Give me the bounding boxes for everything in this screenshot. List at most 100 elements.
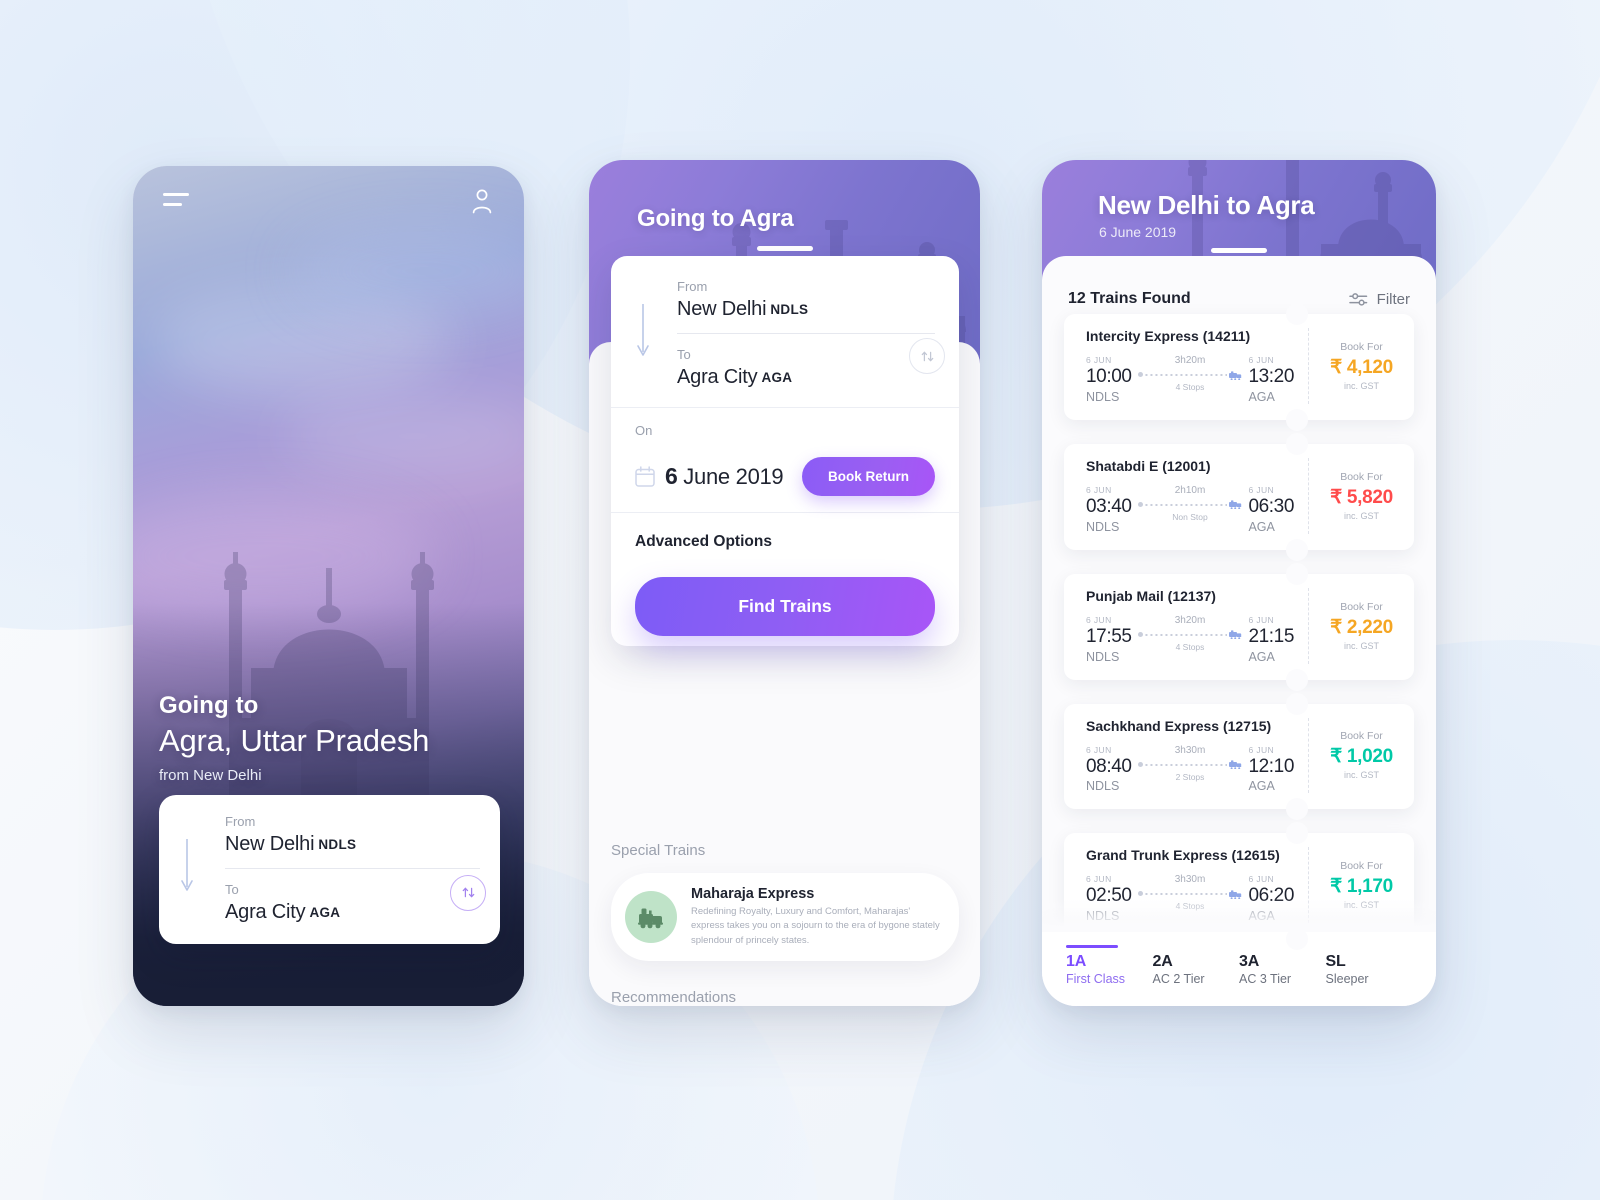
journey-stops: 4 Stops bbox=[1175, 901, 1205, 912]
gst-note: inc. GST bbox=[1343, 640, 1379, 651]
special-train-card[interactable]: Maharaja Express Redefining Royalty, Lux… bbox=[611, 873, 959, 961]
calendar-icon bbox=[635, 465, 655, 487]
page-title: Going to Agra bbox=[637, 205, 794, 232]
departure-time: 17:55 bbox=[1086, 625, 1132, 647]
class-tab-code: 3A bbox=[1239, 953, 1260, 970]
journey-duration: 2h10m bbox=[1174, 484, 1206, 496]
from-station-code: NDLS bbox=[770, 302, 809, 318]
ticket-notch bbox=[1286, 538, 1308, 561]
class-tab-sub: First Class bbox=[1066, 972, 1126, 986]
top-bar bbox=[133, 166, 524, 236]
arrival-block: 6 JUN 06:30 AGA bbox=[1248, 485, 1294, 534]
book-for-label: Book For bbox=[1340, 860, 1383, 873]
gst-note: inc. GST bbox=[1343, 770, 1379, 781]
swap-stations-button[interactable] bbox=[450, 874, 486, 911]
book-price-block[interactable]: Book For ₹ 4,120 inc. GST bbox=[1308, 328, 1414, 404]
gst-note: inc. GST bbox=[1343, 900, 1379, 911]
hero-text-block: Going to Agra, Uttar Pradesh from New De… bbox=[159, 692, 489, 784]
from-value: New Delhi NDLS bbox=[677, 298, 809, 321]
locomotive-icon bbox=[625, 890, 677, 943]
ticket-price: ₹ 5,820 bbox=[1330, 486, 1393, 508]
header-indicator-pill bbox=[756, 246, 813, 251]
mini-train-icon bbox=[1229, 630, 1242, 640]
find-trains-button[interactable]: Find Trains bbox=[635, 576, 935, 636]
arrival-block: 6 JUN 13:20 AGA bbox=[1248, 355, 1294, 404]
journey-duration: 3h20m bbox=[1174, 355, 1206, 366]
journey-duration: 3h30m bbox=[1174, 744, 1206, 756]
book-price-block[interactable]: Book For ₹ 2,220 inc. GST bbox=[1308, 587, 1414, 664]
departure-block: 6 JUN 02:50 NDLS bbox=[1086, 874, 1132, 923]
journey-stops: Non Stop bbox=[1172, 511, 1208, 522]
departure-date: 6 JUN bbox=[1086, 744, 1112, 755]
ticket-price: ₹ 1,170 bbox=[1330, 876, 1393, 898]
train-name: Intercity Express (14211) bbox=[1086, 328, 1251, 344]
header-indicator-pill bbox=[1211, 248, 1267, 253]
to-value: Agra City AGA bbox=[677, 366, 793, 389]
book-price-block[interactable]: Book For ₹ 1,020 inc. GST bbox=[1308, 717, 1414, 794]
route-card: From New Delhi NDLS To Agra City AGA bbox=[159, 794, 500, 944]
class-tab-3a[interactable]: 3A AC 3 Tier bbox=[1239, 945, 1326, 986]
ticket-notch bbox=[1286, 432, 1308, 455]
locomotive-glyph bbox=[638, 908, 663, 929]
class-tab-sub: Sleeper bbox=[1325, 972, 1369, 986]
train-result-card[interactable]: Punjab Mail (12137) 6 JUN 17:55 NDLS 3h2… bbox=[1064, 562, 1414, 691]
search-form-card: From New Delhi NDLS To Agra City AGA On … bbox=[611, 256, 959, 646]
class-tab-bar[interactable]: 1A First Class 2A AC 2 Tier 3A AC 3 Tier… bbox=[1042, 929, 1436, 1006]
departure-station: NDLS bbox=[1086, 649, 1120, 664]
class-tab-1a[interactable]: 1A First Class bbox=[1066, 945, 1153, 986]
hamburger-menu-icon[interactable] bbox=[163, 193, 191, 209]
from-label: From bbox=[225, 813, 256, 829]
book-return-button[interactable]: Book Return bbox=[802, 456, 935, 496]
train-name: Grand Trunk Express (12615) bbox=[1086, 847, 1280, 864]
departure-time: 02:50 bbox=[1086, 885, 1132, 907]
arrival-time: 12:10 bbox=[1248, 755, 1294, 777]
journey-stops: 4 Stops bbox=[1175, 382, 1205, 392]
journey-dotted-line bbox=[1137, 372, 1228, 377]
filter-sliders-icon bbox=[1348, 292, 1367, 306]
departure-date: 6 JUN bbox=[1086, 614, 1112, 625]
ticket-notch bbox=[1286, 303, 1308, 325]
train-results-list[interactable]: Intercity Express (14211) 6 JUN 10:00 ND… bbox=[1064, 303, 1414, 951]
date-field[interactable]: 6 June 2019 bbox=[635, 463, 784, 490]
ticket-price: ₹ 2,220 bbox=[1330, 616, 1393, 638]
journey-stops: 2 Stops bbox=[1175, 771, 1205, 782]
from-field[interactable]: From New Delhi NDLS bbox=[677, 278, 935, 321]
book-for-label: Book For bbox=[1340, 470, 1383, 483]
departure-date: 6 JUN bbox=[1086, 484, 1112, 495]
to-station-code: AGA bbox=[309, 905, 341, 920]
train-result-card[interactable]: Intercity Express (14211) 6 JUN 10:00 ND… bbox=[1064, 303, 1414, 431]
gst-note: inc. GST bbox=[1343, 380, 1379, 391]
arrival-station: AGA bbox=[1248, 649, 1275, 664]
departure-station: NDLS bbox=[1086, 909, 1120, 924]
to-value: Agra City AGA bbox=[225, 901, 341, 923]
filter-button[interactable]: Filter bbox=[1348, 291, 1410, 308]
book-price-block[interactable]: Book For ₹ 5,820 inc. GST bbox=[1308, 457, 1414, 534]
gst-note: inc. GST bbox=[1343, 510, 1379, 521]
to-field[interactable]: To Agra City AGA bbox=[677, 346, 935, 389]
book-price-block[interactable]: Book For ₹ 1,170 inc. GST bbox=[1308, 847, 1414, 924]
journey-meta: 2h10m Non Stop bbox=[1132, 485, 1249, 522]
train-name: Sachkhand Express (12715) bbox=[1086, 717, 1272, 734]
class-tab-2a[interactable]: 2A AC 2 Tier bbox=[1153, 945, 1240, 986]
train-result-card[interactable]: Sachkhand Express (12715) 6 JUN 08:40 ND… bbox=[1064, 692, 1414, 821]
departure-station: NDLS bbox=[1086, 779, 1120, 794]
mini-train-icon bbox=[1229, 370, 1242, 380]
swap-vertical-icon bbox=[921, 351, 933, 361]
train-result-card[interactable]: Grand Trunk Express (12615) 6 JUN 02:50 … bbox=[1064, 822, 1414, 951]
journey-dotted-line bbox=[1137, 631, 1228, 637]
arrival-date: 6 JUN bbox=[1248, 874, 1275, 885]
swap-stations-button[interactable] bbox=[909, 338, 945, 374]
arrival-time: 06:30 bbox=[1248, 495, 1294, 517]
departure-block: 6 JUN 08:40 NDLS bbox=[1086, 745, 1132, 794]
train-result-card[interactable]: Shatabdi E (12001) 6 JUN 03:40 NDLS 2h10… bbox=[1064, 432, 1414, 561]
class-tab-sub: AC 3 Tier bbox=[1239, 972, 1292, 986]
special-trains-label: Special Trains bbox=[611, 842, 706, 859]
person-icon[interactable] bbox=[470, 188, 494, 214]
advanced-options-label[interactable]: Advanced Options bbox=[635, 513, 935, 555]
to-field[interactable]: To Agra City AGA bbox=[225, 881, 480, 924]
hero-destination: Agra, Uttar Pradesh bbox=[159, 723, 430, 759]
class-tab-code: SL bbox=[1325, 953, 1346, 970]
from-field[interactable]: From New Delhi NDLS bbox=[225, 813, 480, 856]
class-tab-sl[interactable]: SL Sleeper bbox=[1326, 945, 1413, 986]
arrival-time: 13:20 bbox=[1248, 366, 1294, 387]
